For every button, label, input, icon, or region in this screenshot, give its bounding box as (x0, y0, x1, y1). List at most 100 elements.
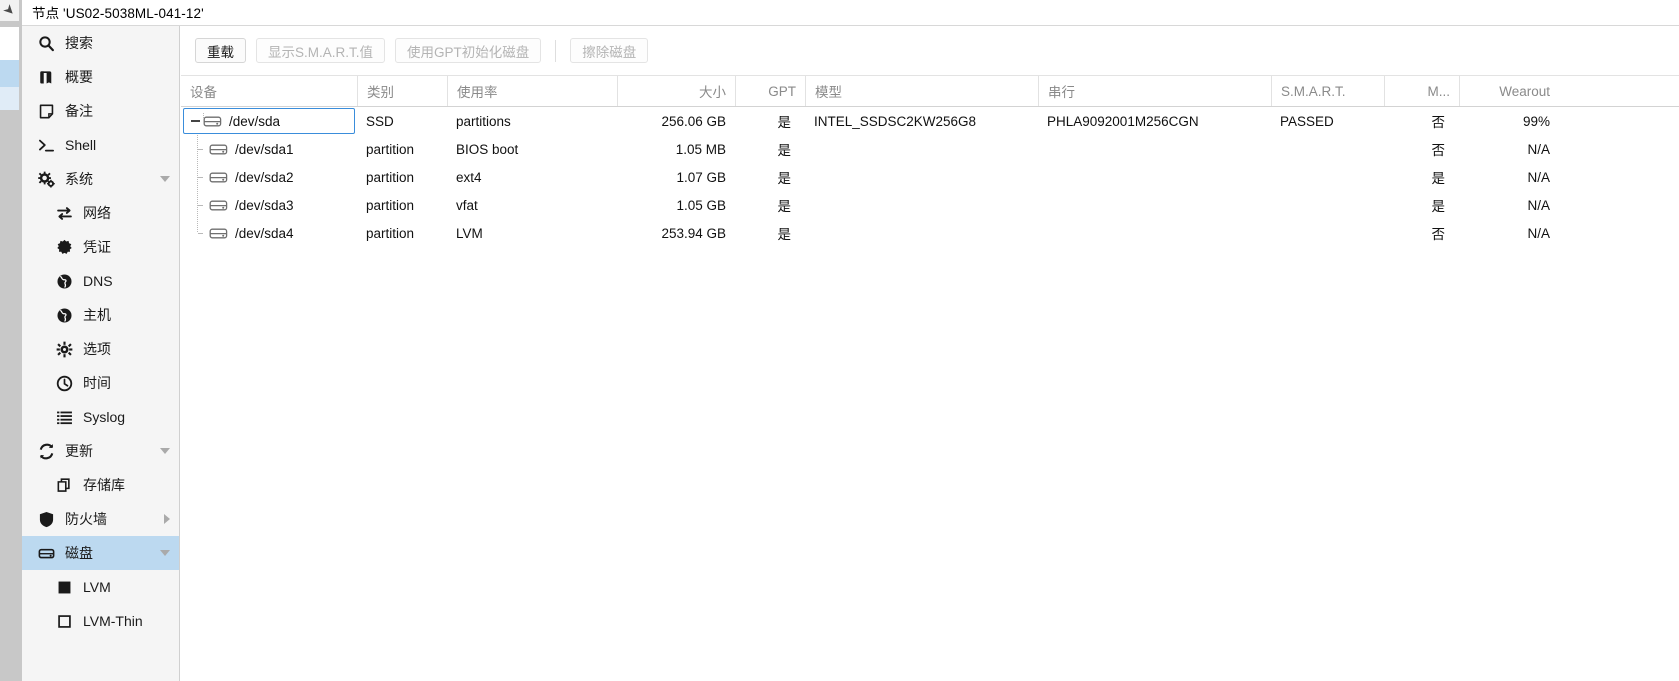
cell-wearout: N/A (1527, 197, 1550, 213)
column-header-wearout[interactable]: Wearout (1459, 76, 1559, 106)
tree-indent (187, 219, 209, 247)
gear-icon (54, 339, 74, 359)
application-window: 节点 'US02-5038ML-041-12' 搜索 概要 备注 Shell 系统 网络凭… (22, 0, 1679, 681)
sidebar-item-label: 防火墙 (65, 511, 107, 527)
cell-smart (1271, 135, 1384, 163)
column-header-smart[interactable]: S.M.A.R.T. (1271, 76, 1384, 106)
column-header-model[interactable]: 模型 (805, 76, 1038, 106)
square-filled-icon (54, 577, 74, 597)
book-icon (36, 67, 56, 87)
chevron-down-icon[interactable] (160, 448, 170, 454)
background-window-sliver (0, 0, 22, 681)
disk-icon (209, 141, 228, 157)
cell-serial (1038, 135, 1271, 163)
sidebar-item-时间[interactable]: 时间 (22, 366, 179, 400)
cell-mounted: 否 (1431, 143, 1446, 158)
wipe-disk-button: 擦除磁盘 (570, 38, 649, 63)
sidebar-item-存储库[interactable]: 存储库 (22, 468, 179, 502)
sidebar-item-主机[interactable]: 主机 (22, 298, 179, 332)
note-icon (36, 101, 56, 121)
tree-expander[interactable] (187, 113, 204, 129)
cell-smart (1271, 219, 1384, 247)
sidebar-item-label: 主机 (83, 307, 111, 323)
sidebar-item-label: 存储库 (83, 477, 125, 493)
cell-size: 1.05 MB (675, 141, 726, 157)
sidebar-item-label: 备注 (65, 103, 93, 119)
cell-usage: partitions (456, 113, 511, 129)
cell-gpt: 是 (777, 199, 792, 214)
cell-device: /dev/sda1 (181, 135, 357, 163)
sidebar-item-syslog[interactable]: Syslog (22, 400, 179, 434)
init-gpt-button: 使用GPT初始化磁盘 (395, 38, 542, 63)
sidebar-item-概要[interactable]: 概要 (22, 60, 179, 94)
sidebar-item-选项[interactable]: 选项 (22, 332, 179, 366)
content-area: 重载 显示S.M.A.R.T.值 使用GPT初始化磁盘 擦除磁盘 设备 类别 使用率 大小 G… (181, 26, 1679, 681)
table-row[interactable]: /dev/sda3 partition vfat 1.05 GB 是 是 N/A (181, 191, 1679, 219)
column-header-size[interactable]: 大小 (617, 76, 735, 106)
refresh-icon (36, 441, 56, 461)
sidebar-item-label: LVM-Thin (83, 613, 143, 629)
device-name: /dev/sda3 (235, 197, 294, 213)
square-outline-icon (54, 611, 74, 631)
column-header-usage[interactable]: 使用率 (447, 76, 617, 106)
cell-mounted: 是 (1431, 171, 1446, 186)
table-row[interactable]: /dev/sda2 partition ext4 1.07 GB 是 是 N/A (181, 163, 1679, 191)
sidebar-item-label: 时间 (83, 375, 111, 391)
sidebar-item-label: 系统 (65, 171, 93, 187)
column-header-mounted[interactable]: M... (1384, 76, 1459, 106)
globe-icon (54, 271, 74, 291)
sidebar-item-label: 选项 (83, 341, 111, 357)
sidebar-item-磁盘[interactable]: 磁盘 (22, 536, 179, 570)
sidebar-item-label: LVM (83, 579, 111, 595)
sidebar-item-网络[interactable]: 网络 (22, 196, 179, 230)
globe-icon (54, 305, 74, 325)
sidebar-item-备注[interactable]: 备注 (22, 94, 179, 128)
cell-size: 253.94 GB (661, 225, 726, 241)
cell-type: partition (366, 141, 415, 157)
list-icon (54, 407, 74, 427)
chevron-right-icon[interactable] (164, 514, 170, 524)
sidebar-item-防火墙[interactable]: 防火墙 (22, 502, 179, 536)
chevron-down-icon[interactable] (160, 550, 170, 556)
cell-wearout: N/A (1527, 141, 1550, 157)
background-row-white (0, 27, 19, 60)
sidebar-item-label: Syslog (83, 409, 126, 425)
cell-wearout: N/A (1527, 169, 1550, 185)
cell-device: /dev/sda4 (181, 219, 357, 247)
table-row[interactable]: /dev/sda4 partition LVM 253.94 GB 是 否 N/A (181, 219, 1679, 247)
cell-mounted: 否 (1431, 115, 1446, 130)
cell-model (805, 191, 1038, 219)
toolbar-divider (555, 39, 557, 62)
cell-size: 256.06 GB (661, 113, 726, 129)
gears-icon (36, 169, 56, 189)
cell-size: 1.07 GB (676, 169, 726, 185)
sidebar-item-lvm[interactable]: LVM (22, 570, 179, 604)
column-header-gpt[interactable]: GPT (735, 76, 805, 106)
tree-indent (187, 191, 209, 219)
sidebar-item-label: 搜索 (65, 35, 93, 51)
screen: 节点 'US02-5038ML-041-12' 搜索 概要 备注 Shell 系统 网络凭… (0, 0, 1679, 681)
sidebar-item-shell[interactable]: Shell (22, 128, 179, 162)
sidebar-item-凭证[interactable]: 凭证 (22, 230, 179, 264)
column-header-serial[interactable]: 串行 (1038, 76, 1271, 106)
table-row[interactable]: /dev/sda SSD partitions 256.06 GB 是 INTEL_SSD… (181, 107, 1679, 135)
sidebar-item-dns[interactable]: DNS (22, 264, 179, 298)
cell-type: partition (366, 169, 415, 185)
cell-usage: ext4 (456, 169, 482, 185)
cell-wearout: N/A (1527, 225, 1550, 241)
sidebar-item-label: 概要 (65, 69, 93, 85)
sidebar-item-更新[interactable]: 更新 (22, 434, 179, 468)
chevron-down-icon[interactable] (160, 176, 170, 182)
sidebar: 搜索概要备注 Shell 系统网络 凭证 DNS 主机选项时间 Syslog 更新存储库防火墙… (22, 26, 180, 681)
sidebar-item-lvm-thin[interactable]: LVM-Thin (22, 604, 179, 638)
reload-button[interactable]: 重载 (195, 38, 246, 63)
terminal-icon (36, 135, 56, 155)
table-row[interactable]: /dev/sda1 partition BIOS boot 1.05 MB 是 否 N/A (181, 135, 1679, 163)
sidebar-item-系统[interactable]: 系统 (22, 162, 179, 196)
cell-device: /dev/sda (181, 107, 357, 135)
column-header-device[interactable]: 设备 (181, 76, 357, 106)
sidebar-item-搜索[interactable]: 搜索 (22, 26, 179, 60)
column-header-type[interactable]: 类别 (357, 76, 447, 106)
device-name: /dev/sda4 (235, 225, 294, 241)
cell-serial (1038, 219, 1271, 247)
